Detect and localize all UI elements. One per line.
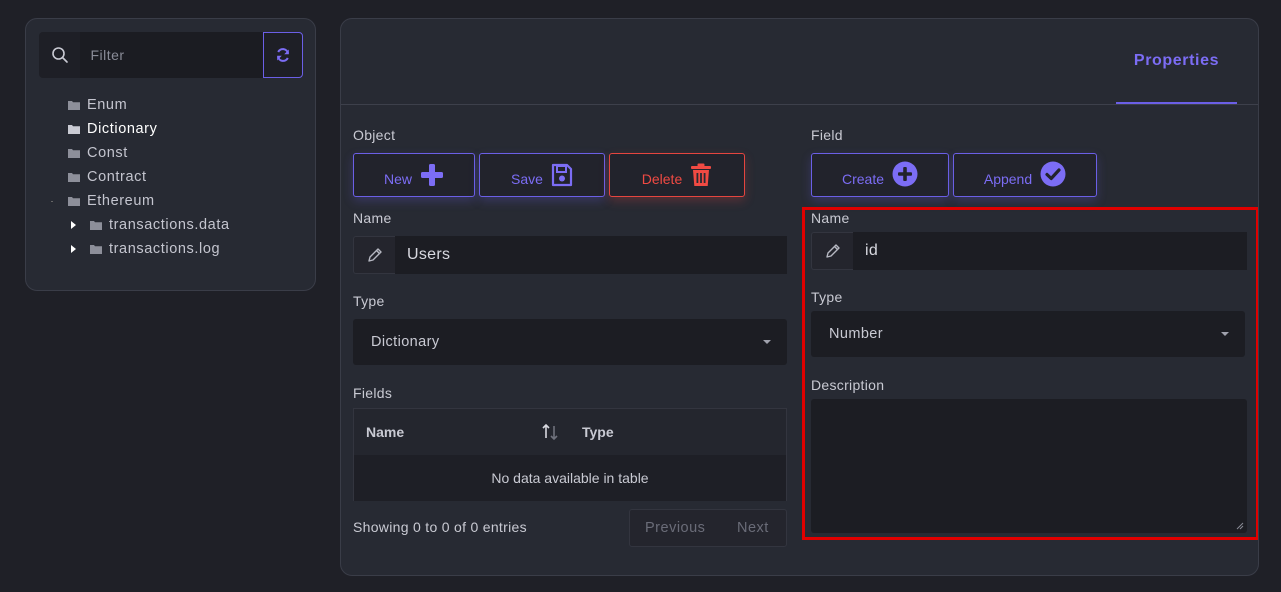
new-button-label: New — [383, 171, 412, 187]
field-type-label: Type — [811, 289, 843, 305]
field-description-textarea[interactable] — [811, 399, 1247, 533]
tab-properties[interactable]: Properties — [1116, 19, 1237, 104]
folder-icon — [68, 125, 80, 134]
tree-item-label: Ethereum — [87, 193, 155, 209]
pencil-icon — [811, 232, 853, 270]
tree-item-const[interactable]: Const — [68, 143, 128, 163]
save-button-label: Save — [511, 171, 543, 187]
check-circle-icon — [1040, 161, 1066, 187]
fields-table: Name Type No data available in table — [353, 408, 787, 501]
new-button[interactable]: New — [353, 153, 475, 197]
filter-input[interactable] — [80, 32, 264, 78]
object-name-input-group: Users — [353, 236, 787, 274]
field-type-select[interactable]: Number — [811, 311, 1245, 357]
append-button[interactable]: Append — [953, 153, 1097, 197]
tree-item-label: transactions.log — [109, 241, 221, 257]
tree-item-label: Const — [87, 145, 128, 161]
delete-button[interactable]: Delete — [609, 153, 745, 197]
table-info-text: Showing 0 to 0 of 0 entries — [353, 519, 527, 535]
field-section-label: Field — [811, 127, 843, 143]
folder-icon — [68, 149, 80, 158]
caret-right-icon[interactable] — [71, 245, 76, 253]
field-description-label: Description — [811, 377, 885, 393]
previous-button[interactable]: Previous — [645, 520, 705, 536]
next-button[interactable]: Next — [737, 520, 769, 536]
tree-item-label: Contract — [87, 169, 147, 185]
tree-item-transactions-log[interactable]: transactions.log — [71, 239, 220, 259]
field-name-label: Name — [811, 210, 850, 226]
column-header-type[interactable]: Type — [582, 424, 614, 440]
tree-item-ethereum[interactable]: Ethereum — [51, 191, 155, 211]
folder-icon — [90, 245, 102, 254]
object-name-input[interactable]: Users — [395, 236, 787, 274]
folder-icon — [68, 197, 80, 206]
tree-item-contract[interactable]: Contract — [68, 167, 147, 187]
plus-icon — [421, 164, 443, 186]
field-name-input-group: id — [811, 232, 1247, 270]
filter-row — [39, 32, 303, 78]
create-button[interactable]: Create — [811, 153, 949, 197]
refresh-icon — [277, 48, 290, 62]
fields-label: Fields — [353, 385, 393, 401]
folder-icon — [68, 173, 80, 182]
folder-icon — [90, 221, 102, 230]
save-button[interactable]: Save — [479, 153, 605, 197]
object-type-select[interactable]: Dictionary — [353, 319, 787, 365]
delete-button-label: Delete — [641, 171, 683, 187]
tree-item-dictionary[interactable]: Dictionary — [68, 119, 157, 139]
tab-bar: Properties — [341, 19, 1258, 105]
resize-handle-icon[interactable] — [1236, 522, 1244, 530]
trash-icon — [691, 163, 712, 186]
caret-down-icon — [763, 340, 771, 344]
pencil-icon — [353, 236, 395, 274]
tree-item-label: Enum — [87, 97, 128, 113]
pagination: Previous Next — [629, 509, 787, 547]
main-panel: Properties Object New Save Delete Name U… — [340, 18, 1259, 576]
field-name-input[interactable]: id — [853, 232, 1247, 270]
floppy-disk-icon — [551, 163, 573, 187]
refresh-button[interactable] — [263, 32, 303, 78]
caret-right-icon[interactable] — [71, 221, 76, 229]
table-header: Name Type — [354, 409, 786, 455]
append-button-label: Append — [983, 171, 1033, 187]
object-section-label: Object — [353, 127, 396, 143]
tree-toggle[interactable] — [51, 201, 53, 202]
folder-icon — [68, 101, 80, 110]
create-button-label: Create — [841, 171, 885, 187]
tree-item-enum[interactable]: Enum — [68, 95, 127, 115]
plus-circle-icon — [892, 161, 918, 187]
tree-item-label: Dictionary — [87, 121, 158, 137]
field-type-value: Number — [829, 326, 883, 342]
object-name-label: Name — [353, 210, 392, 226]
table-empty-row: No data available in table — [354, 455, 786, 501]
tree-item-transactions-data[interactable]: transactions.data — [71, 215, 230, 235]
object-type-label: Type — [353, 293, 385, 309]
search-icon — [39, 32, 81, 78]
object-tree-panel: Enum Dictionary Const Contract Ethereum … — [25, 18, 316, 291]
object-type-value: Dictionary — [371, 334, 440, 350]
sort-icon[interactable] — [540, 422, 560, 442]
column-header-name[interactable]: Name — [366, 424, 404, 440]
tree-item-label: transactions.data — [109, 217, 230, 233]
caret-down-icon — [1221, 332, 1229, 336]
